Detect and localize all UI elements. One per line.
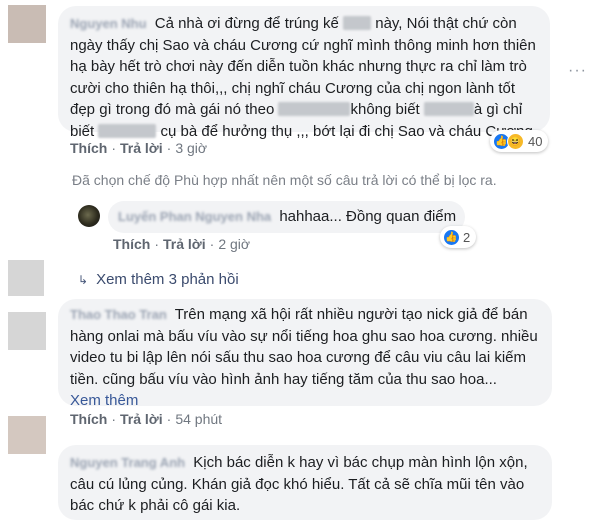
comment-text-line: video tu bi lập lên nói sấu thu sao hoa … (70, 349, 526, 366)
avatar[interactable] (78, 205, 100, 227)
timestamp[interactable]: 2 giờ (218, 236, 250, 252)
comment-text-line: câu cú lủng củng. Khán giả đọc khó hiểu.… (70, 475, 525, 493)
redacted-text (423, 102, 474, 116)
comment-text-line: à gì chỉ (473, 101, 523, 118)
comment-text-line: biết (70, 122, 99, 140)
reply-button[interactable]: Trả lời (120, 411, 163, 427)
avatar[interactable] (8, 416, 46, 454)
comment-author[interactable]: Nguyen Nhu (70, 13, 147, 35)
reaction-summary[interactable]: 👍 😆 40 (490, 130, 549, 152)
reply-bubble: Luyến Phan Nguyen Nha hahhaa... Đồng qua… (108, 201, 465, 233)
like-button[interactable]: Thích (70, 411, 107, 427)
comment-actions: Thích · Trả lời · 3 giờ (70, 140, 208, 156)
reaction-summary[interactable]: 👍 2 (440, 226, 477, 248)
comment-text-line: ngày thấy chị Sao và cháu Cương cứ nghĩ … (70, 36, 536, 54)
avatar[interactable] (8, 312, 46, 350)
like-icon: 👍 (443, 228, 460, 246)
comment-text-line: không biết (350, 101, 424, 118)
comment-text-line: này, Nói thật chứ còn (371, 15, 517, 32)
reply-text: hahhaa... Đồng quan điểm (279, 208, 457, 225)
redacted-text (343, 16, 372, 30)
comment-text-line: cười cho thiên hạ thôi,,, chị nghĩ cháu … (70, 79, 516, 97)
comment-text-line: Trên mạng xã hội rất nhiều người tạo nic… (174, 306, 528, 323)
comment-text-line: Kịch bác diễn k hay vì bác chụp màn hình… (193, 454, 528, 471)
comment-text-line: bác chứ k phải cô gái kia. (70, 497, 241, 514)
comment-text-line: cụ bà để hưởng thụ ,,, bớt lại đi chị Sa… (156, 122, 533, 140)
comment-actions: Thích · Trả lời · 54 phút (70, 411, 223, 427)
like-button[interactable]: Thích (70, 140, 107, 156)
more-options-icon[interactable]: ··· (568, 62, 587, 80)
view-more-replies-label: Xem thêm 3 phản hồi (96, 271, 239, 288)
comment-text-line: hạ bày hết trò chơi này đến diễn tuồn kh… (70, 58, 527, 75)
comment-bubble: Thao Thao Tran Trên mạng xã hội rất nhiề… (58, 299, 552, 409)
comment-author[interactable]: Nguyen Trang Anh (70, 452, 185, 474)
comment-text-line: Cả nhà ơi đừng để trúng kế (154, 15, 344, 32)
haha-icon: 😆 (507, 132, 524, 150)
reply-arrow-icon: ↳ (78, 273, 89, 287)
reply-author[interactable]: Luyến Phan Nguyen Nha (118, 206, 271, 228)
timestamp[interactable]: 3 giờ (175, 140, 207, 156)
redacted-text (98, 123, 157, 138)
reaction-count: 2 (463, 229, 471, 245)
reply-button[interactable]: Trả lời (163, 236, 206, 252)
comment-author[interactable]: Thao Thao Tran (70, 304, 167, 326)
comment-bubble: Nguyen Nhu Cả nhà ơi đừng để trúng kế nà… (58, 6, 550, 140)
see-more-link[interactable]: Xem thêm (70, 390, 540, 412)
reaction-count: 40 (528, 133, 543, 149)
redacted-text (278, 102, 351, 116)
comment-text-line: hàng onlai mà bấu víu vào sự nổi tiếng h… (70, 327, 538, 345)
timestamp[interactable]: 54 phút (175, 411, 222, 427)
filter-notice: Đã chọn chế độ Phù hợp nhất nên một số c… (72, 172, 497, 188)
like-button[interactable]: Thích (113, 236, 150, 252)
comment-text-line: đẹp gì trong đó mà gái nó theo (70, 101, 279, 118)
view-more-replies-link[interactable]: ↳ Xem thêm 3 phản hồi (78, 271, 239, 288)
avatar[interactable] (8, 260, 44, 296)
reply-actions: Thích · Trả lời · 2 giờ (113, 236, 251, 252)
comment-text-line: tiền. cũng bấu víu vào hình ảnh hay tiến… (70, 370, 497, 388)
reply-button[interactable]: Trả lời (120, 140, 163, 156)
avatar[interactable] (8, 5, 46, 43)
